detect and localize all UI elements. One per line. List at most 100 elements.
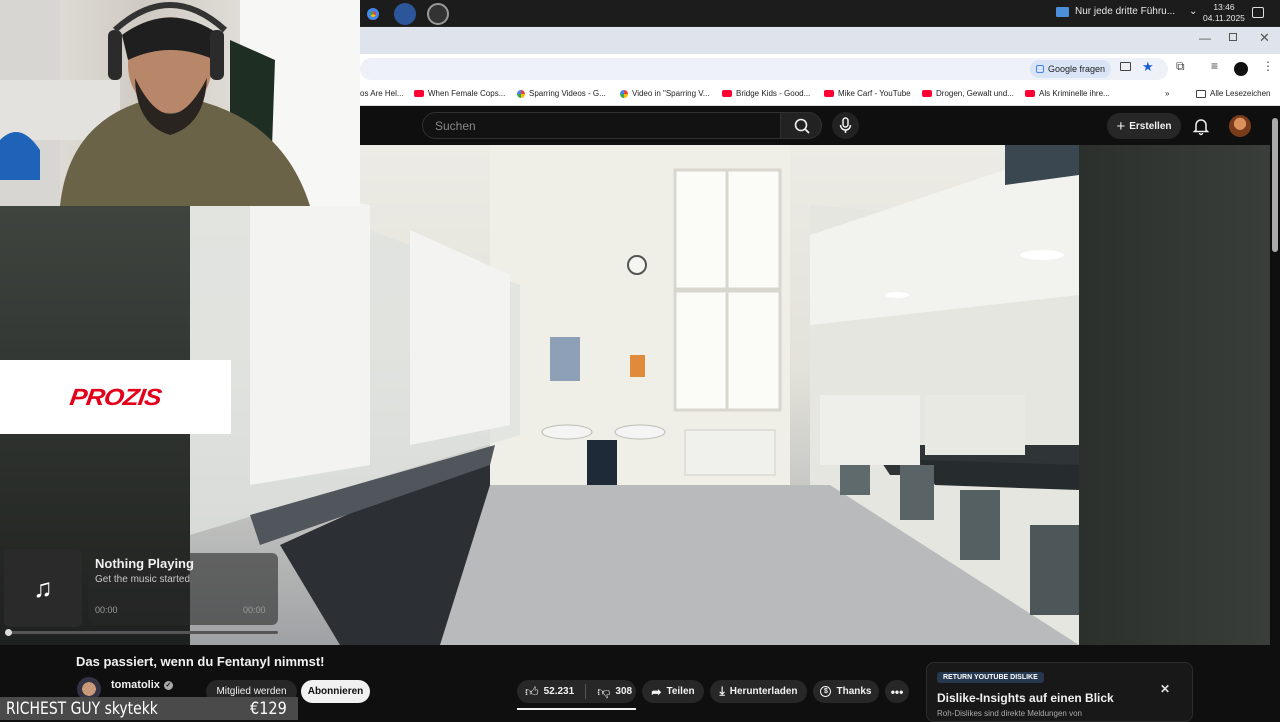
bookmark-item[interactable]: Drogen, Gewalt und... <box>922 89 1014 98</box>
bookmark-item[interactable]: os Are Hel... <box>360 89 404 98</box>
thumbs-down-icon: 👎︎ <box>597 683 611 699</box>
clock-date: 04.11.2025 <box>1203 13 1245 23</box>
video-player[interactable] <box>190 145 1079 645</box>
thanks-label: Thanks <box>836 686 872 697</box>
dislike-button[interactable]: 👎︎ 308 <box>597 684 632 700</box>
more-actions-button[interactable]: ••• <box>885 680 909 703</box>
search-input[interactable]: Suchen <box>422 112 782 139</box>
google-icon <box>620 89 628 98</box>
search-icon <box>794 118 810 134</box>
bookmark-item[interactable]: Video in "Sparring V... <box>620 89 710 98</box>
streamer-webcam <box>0 0 360 206</box>
profile-icon[interactable] <box>1234 62 1248 76</box>
scrollbar-thumb[interactable] <box>1272 118 1278 252</box>
like-count: 52.231 <box>543 686 575 697</box>
youtube-icon <box>1025 90 1035 97</box>
create-label: Erstellen <box>1129 120 1172 132</box>
bookmark-label: Video in "Sparring V... <box>632 89 710 98</box>
notification-center-icon[interactable] <box>1252 7 1264 18</box>
notifications-button[interactable] <box>1190 115 1212 137</box>
music-subtitle: Get the music started <box>95 574 191 585</box>
google-ask-label: Google fragen <box>1048 64 1106 74</box>
install-app-icon[interactable] <box>1120 62 1131 71</box>
restore-icon[interactable] <box>1229 33 1237 41</box>
youtube-icon <box>722 90 732 97</box>
chrome-menu-icon[interactable]: ⋮ <box>1262 59 1274 73</box>
youtube-icon <box>922 90 932 97</box>
youtube-icon <box>414 90 424 97</box>
clock-time: 13:46 <box>1213 2 1235 12</box>
bookmark-label: When Female Cops... <box>428 89 506 98</box>
music-title: Nothing Playing <box>95 556 194 571</box>
subscribe-button[interactable]: Abonnieren <box>301 680 370 703</box>
close-window-icon[interactable]: ✕ <box>1259 30 1270 46</box>
bookmark-item[interactable]: When Female Cops... <box>414 89 505 98</box>
sponsor-logo: PROZIS <box>68 383 163 411</box>
bookmark-item[interactable]: Mike Carf - YouTube <box>824 89 911 98</box>
share-label: Teilen <box>666 686 695 697</box>
plus-icon: + <box>1116 117 1126 135</box>
taskbar-clock[interactable]: 13:46 04.11.2025 <box>1203 2 1245 24</box>
bookmark-star-icon[interactable]: ★ <box>1142 59 1154 75</box>
download-button[interactable]: ⤓ Herunterladen <box>710 680 807 703</box>
bookmark-item[interactable]: Sparring Videos - G... <box>517 89 606 98</box>
obs-taskbar-icon[interactable] <box>427 3 449 25</box>
channel-name-label: tomatolix <box>111 679 160 691</box>
google-ask-button[interactable]: Google fragen <box>1030 60 1112 78</box>
donor-name: RICHEST GUY skytekk <box>6 699 158 719</box>
ryd-badge: RETURN YOUTUBE DISLIKE <box>937 672 1044 683</box>
share-icon: ➦ <box>651 684 662 699</box>
download-label: Herunterladen <box>729 686 798 697</box>
thanks-button[interactable]: $ Thanks <box>813 680 879 703</box>
music-duration: 00:00 <box>243 605 266 615</box>
music-elapsed: 00:00 <box>95 605 118 615</box>
video-frame <box>190 145 1079 645</box>
download-icon: ⤓ <box>719 684 725 698</box>
music-note-icon: ♫ <box>33 572 53 603</box>
chrome-taskbar-icon[interactable] <box>362 3 384 25</box>
ccleaner-taskbar-icon[interactable] <box>394 3 416 25</box>
chevron-down-icon[interactable]: ⌄ <box>1189 6 1197 17</box>
search-placeholder: Suchen <box>435 119 476 133</box>
bookmark-label: os Are Hel... <box>360 89 404 98</box>
more-horizontal-icon: ••• <box>890 684 904 699</box>
like-divider <box>585 684 587 699</box>
google-lens-icon <box>1036 65 1044 73</box>
channel-name[interactable]: tomatolix ✓ <box>111 679 173 691</box>
like-ratio-bar <box>517 708 636 710</box>
video-title: Das passiert, wenn du Fentanyl nimmst! <box>76 654 325 669</box>
create-button[interactable]: + Erstellen <box>1107 113 1181 139</box>
player-side-background <box>1079 145 1270 645</box>
bookmarks-overflow[interactable]: » <box>1165 89 1169 98</box>
like-button[interactable]: 👍︎ 52.231 <box>525 684 574 700</box>
sponsor-banner: PROZIS <box>0 360 231 434</box>
bookmark-item[interactable]: Als Kriminelle ihre... <box>1025 89 1110 98</box>
music-art: ♫ <box>4 549 82 627</box>
music-progress-knob <box>5 629 12 636</box>
youtube-icon <box>824 90 834 97</box>
dislike-count: 308 <box>615 686 633 697</box>
all-bookmarks-folder[interactable]: Alle Lesezeichen <box>1196 89 1270 98</box>
bookmark-item[interactable]: Bridge Kids - Good... <box>722 89 810 98</box>
ryd-title: Dislike-Insights auf einen Blick <box>937 691 1114 705</box>
bookmark-label: Als Kriminelle ihre... <box>1039 89 1110 98</box>
extensions-icon[interactable]: ⧉ <box>1176 59 1185 74</box>
google-icon <box>517 89 525 98</box>
taskbar-notification[interactable]: Nur jede dritte Führu... ⌄ <box>1056 6 1197 17</box>
voice-search-button[interactable] <box>832 112 859 139</box>
media-control-icon[interactable]: ≡ <box>1211 59 1218 73</box>
search-button[interactable] <box>780 112 822 139</box>
bookmark-label: Mike Carf - YouTube <box>838 89 911 98</box>
notification-icon <box>1056 6 1069 17</box>
donation-amount: €129 <box>250 699 287 719</box>
close-icon[interactable]: ✕ <box>1160 682 1170 696</box>
account-avatar[interactable] <box>1229 115 1251 137</box>
bookmark-label: Sparring Videos - G... <box>529 89 606 98</box>
verified-icon: ✓ <box>163 680 173 690</box>
minimize-icon[interactable]: — <box>1199 31 1211 45</box>
bookmark-label: Bridge Kids - Good... <box>736 89 811 98</box>
share-button[interactable]: ➦ Teilen <box>642 680 704 703</box>
thumbs-up-icon: 👍︎ <box>525 683 539 699</box>
bell-icon <box>1192 119 1210 136</box>
bookmark-label: Drogen, Gewalt und... <box>936 89 1014 98</box>
